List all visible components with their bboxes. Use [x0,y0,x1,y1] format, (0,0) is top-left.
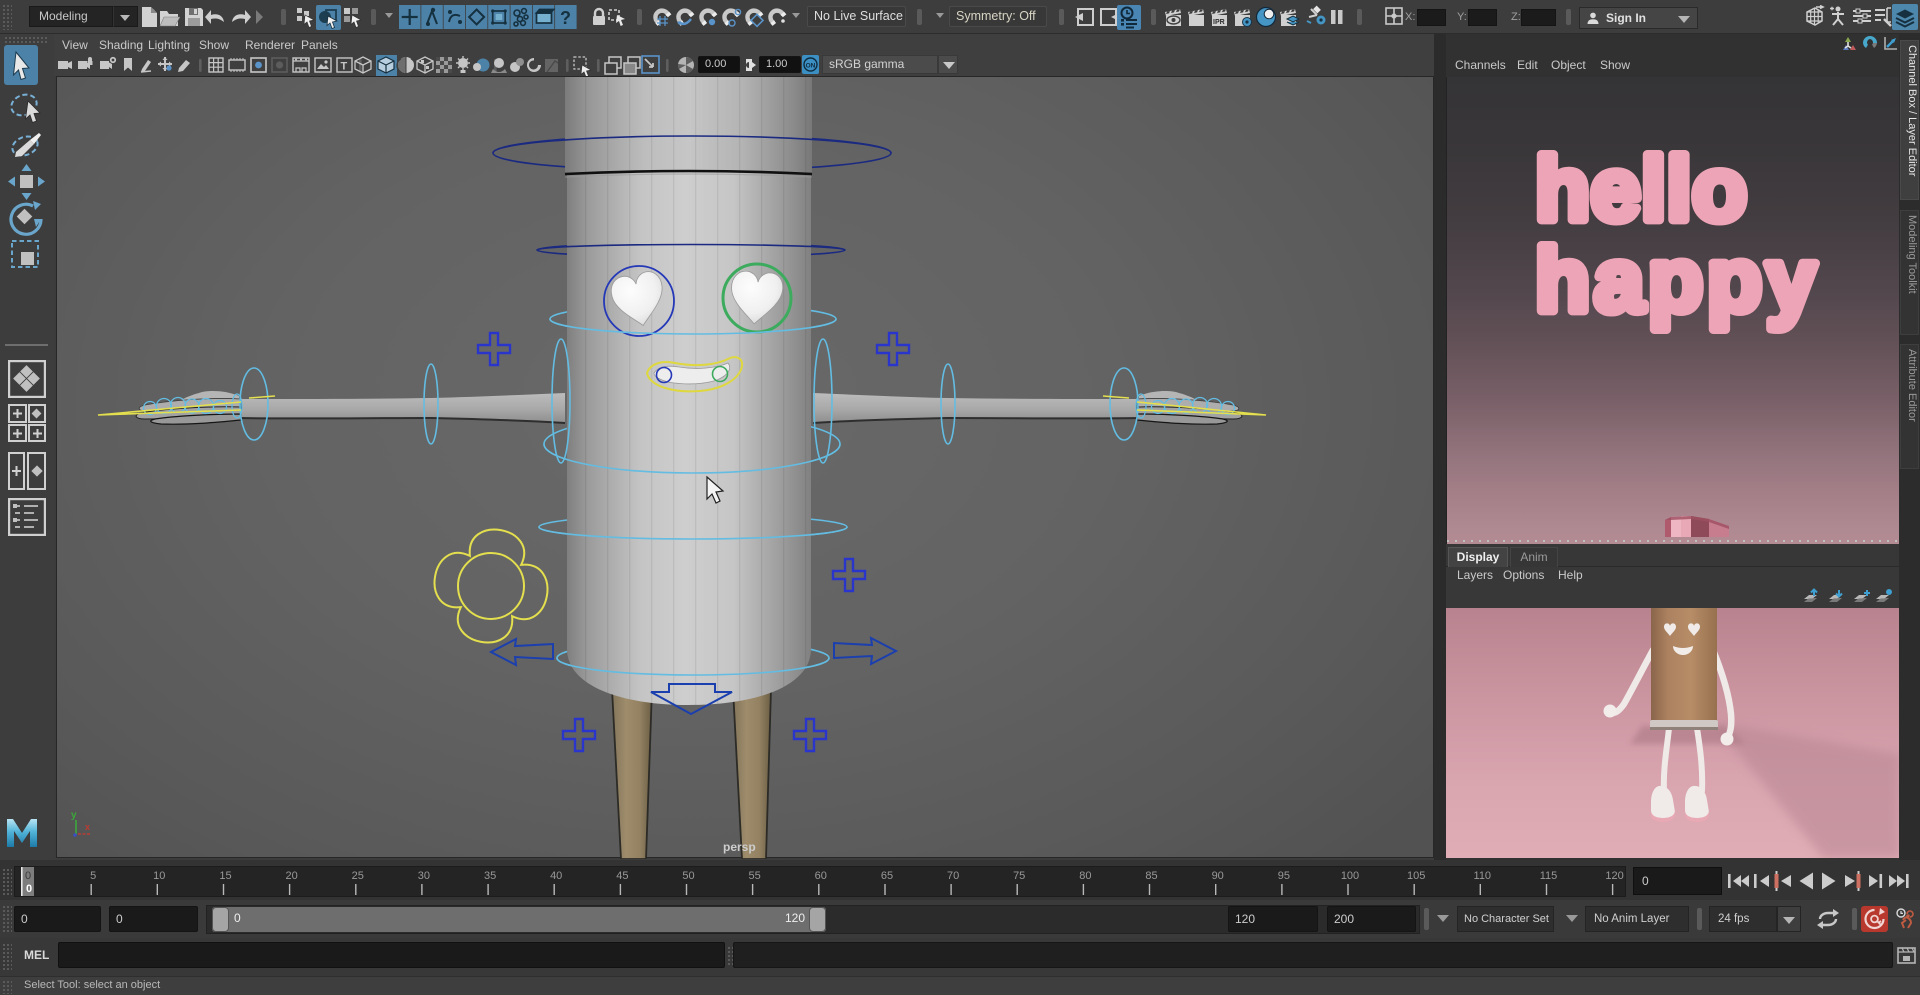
svg-text:30: 30 [418,870,430,882]
svg-text:T: T [341,61,348,73]
svg-text:65: 65 [881,870,893,882]
svg-text:50: 50 [682,870,694,882]
svg-text:25: 25 [352,870,364,882]
svg-text:80: 80 [1079,870,1091,882]
svg-text:20: 20 [285,870,297,882]
svg-text:100: 100 [1341,870,1359,882]
svg-text:35: 35 [484,870,496,882]
svg-text:90: 90 [1212,870,1224,882]
svg-text:15: 15 [219,870,231,882]
svg-text:0: 0 [26,883,32,895]
svg-text:x: x [85,822,90,832]
svg-text:60: 60 [815,870,827,882]
svg-text:95: 95 [1278,870,1290,882]
svg-text:110: 110 [1474,870,1492,882]
svg-text:45: 45 [616,870,628,882]
svg-text:persp: persp [723,840,756,854]
svg-text:40: 40 [550,870,562,882]
svg-text:85: 85 [1145,870,1157,882]
svg-text:55: 55 [748,870,760,882]
svg-text:70: 70 [947,870,959,882]
svg-text:5: 5 [90,870,96,882]
svg-text:y: y [71,810,77,821]
svg-text:120: 120 [1605,870,1623,882]
svg-text:IPR: IPR [1213,19,1225,26]
svg-text:hello: hello [1535,140,1748,240]
svg-text:happy: happy [1535,231,1820,331]
svg-text:10: 10 [153,870,165,882]
svg-text:115: 115 [1540,870,1558,882]
svg-text:?: ? [560,8,571,28]
svg-text:75: 75 [1013,870,1025,882]
svg-text:ON: ON [806,63,816,70]
svg-text:105: 105 [1407,870,1425,882]
svg-text:0: 0 [25,870,31,882]
